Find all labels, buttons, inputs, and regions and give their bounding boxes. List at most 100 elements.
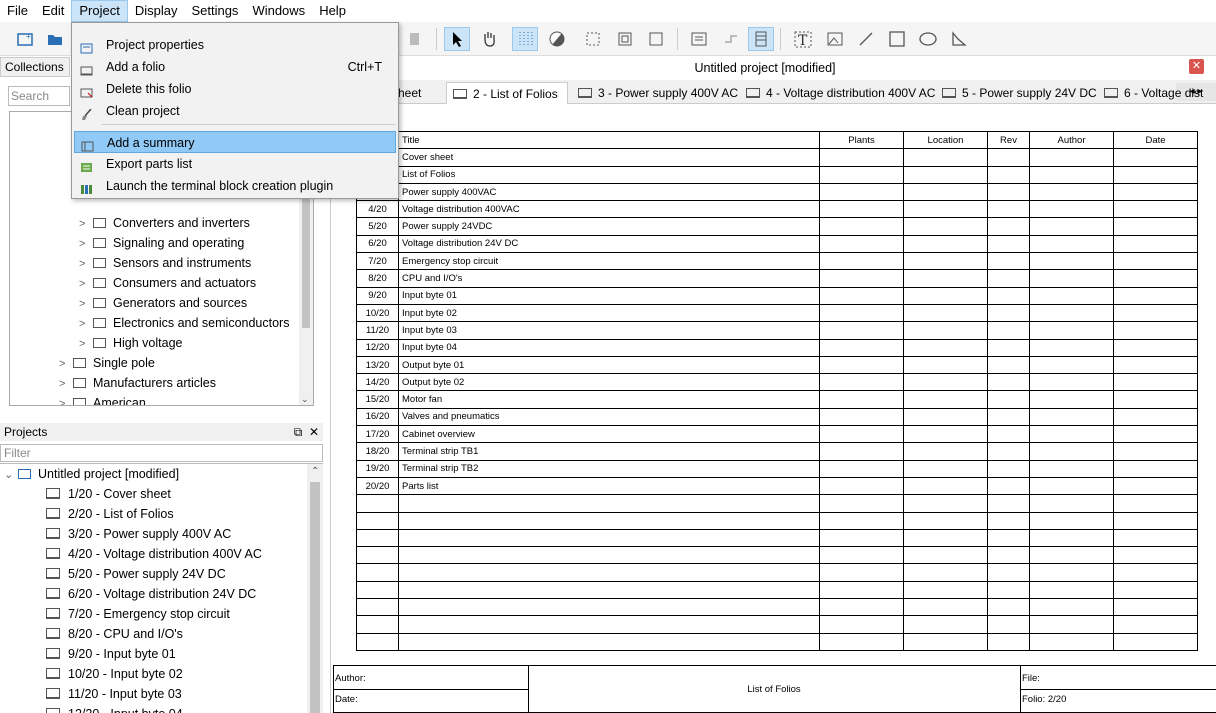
add-rectangle-icon[interactable] (884, 27, 910, 51)
menu-item-export-parts-list[interactable]: Export parts list (74, 153, 396, 175)
empty-cell (398, 598, 820, 617)
add-line-icon[interactable] (853, 27, 879, 51)
project-folio-item[interactable]: 10/20 - Input byte 02 (46, 664, 183, 684)
tab-folio[interactable]: 4 - Voltage distribution 400V AC (740, 82, 935, 104)
project-folio-item[interactable]: 6/20 - Voltage distribution 24V DC (46, 584, 256, 604)
menu-file[interactable]: File (0, 0, 35, 22)
add-text-icon[interactable]: T (790, 27, 816, 51)
collection-node[interactable]: > Signaling and operating (79, 233, 244, 253)
empty-cell (1029, 615, 1114, 634)
chevron-down-icon[interactable]: ⌄ (4, 465, 18, 485)
terminal-strip-icon[interactable] (748, 27, 774, 51)
zoom-content-icon[interactable] (612, 27, 638, 51)
hand-tool-icon[interactable] (476, 27, 502, 51)
tab-folio[interactable]: 3 - Power supply 400V AC (572, 82, 738, 104)
projects-filter-input[interactable]: Filter (0, 444, 323, 462)
menu-help[interactable]: Help (312, 0, 353, 22)
collections-search-input[interactable]: Search (8, 86, 70, 106)
chevron-right-icon[interactable]: > (59, 374, 73, 394)
menu-display[interactable]: Display (128, 0, 185, 22)
paste-icon[interactable] (402, 27, 428, 51)
empty-cell (819, 165, 904, 184)
collection-node[interactable]: > Single pole (59, 353, 155, 373)
float-panel-icon[interactable]: ⧉ (294, 425, 303, 439)
project-folio-item[interactable]: 8/20 - CPU and I/O's (46, 624, 183, 644)
chevron-right-icon[interactable]: > (79, 234, 93, 254)
project-folio-item[interactable]: 5/20 - Power supply 24V DC (46, 564, 226, 584)
collection-node[interactable]: > Manufacturers articles (59, 373, 216, 393)
menu-project[interactable]: Project (71, 0, 128, 22)
menu-item-clean-project[interactable]: Clean project (74, 100, 396, 122)
collection-node[interactable]: > Generators and sources (79, 293, 247, 313)
menu-item-launch-the-terminal-block-creation-plugin[interactable]: Launch the terminal block creation plugi… (74, 175, 396, 197)
menu-item-project-properties[interactable]: Project properties (74, 34, 396, 56)
open-project-icon[interactable] (42, 27, 68, 51)
project-folio-item[interactable]: 4/20 - Voltage distribution 400V AC (46, 544, 262, 564)
empty-cell (903, 476, 988, 496)
tab-folio[interactable]: 5 - Power supply 24V DC (936, 82, 1097, 104)
project-folio-item[interactable]: 7/20 - Emergency stop circuit (46, 604, 230, 624)
empty-cell (903, 338, 988, 357)
collection-node[interactable]: > Converters and inverters (79, 213, 250, 233)
svg-text:+: + (26, 32, 31, 41)
chevron-right-icon[interactable]: > (59, 354, 73, 374)
menu-item-delete-this-folio[interactable]: Delete this folio (74, 78, 396, 100)
new-project-icon[interactable]: + (12, 27, 38, 51)
chevron-right-icon[interactable]: > (59, 394, 73, 405)
close-panel-icon[interactable]: ✕ (309, 425, 319, 439)
project-folio-item[interactable]: 1/20 - Cover sheet (46, 484, 171, 504)
project-name: Untitled project [modified] (38, 467, 180, 481)
project-folio-item[interactable]: 9/20 - Input byte 01 (46, 644, 176, 664)
menu-windows[interactable]: Windows (245, 0, 312, 22)
collections-tab[interactable]: Collections (0, 57, 70, 77)
folio-title-cell: Cover sheet (398, 148, 820, 167)
empty-cell (1113, 286, 1198, 305)
chevron-right-icon[interactable]: > (79, 314, 93, 334)
select-tool-icon[interactable] (444, 27, 470, 51)
collection-node[interactable]: > High voltage (79, 333, 183, 353)
menu-settings[interactable]: Settings (184, 0, 245, 22)
close-project-icon[interactable]: ✕ (1189, 59, 1204, 74)
project-folio-item[interactable]: 3/20 - Power supply 400V AC (46, 524, 231, 544)
chevron-right-icon[interactable]: > (79, 214, 93, 234)
menu-edit[interactable]: Edit (35, 0, 71, 22)
folio-icon (46, 708, 60, 713)
collection-node[interactable]: > Electronics and semiconductors (79, 313, 289, 333)
zoom-fit-icon[interactable] (580, 27, 606, 51)
tab-folio[interactable]: 2 - List of Folios (446, 82, 568, 104)
menu-item-add-a-summary[interactable]: Add a summary (74, 131, 396, 153)
empty-cell (987, 407, 1030, 427)
tab-folio[interactable]: 6 - Voltage dist (1098, 82, 1203, 104)
empty-cell (987, 563, 1030, 582)
add-image-icon[interactable] (822, 27, 848, 51)
project-root[interactable]: ⌄ Untitled project [modified] (4, 464, 179, 484)
empty-cell (356, 632, 399, 651)
menu-item-add-a-folio[interactable]: Add a folio Ctrl+T (74, 56, 396, 78)
chevron-right-icon[interactable]: > (79, 274, 93, 294)
collection-node[interactable]: > Consumers and actuators (79, 273, 256, 293)
collection-node-label: Electronics and semiconductors (113, 316, 290, 330)
add-ellipse-icon[interactable] (915, 27, 941, 51)
collection-node[interactable]: > Sensors and instruments (79, 253, 251, 273)
empty-cell (987, 200, 1030, 219)
folio-icon (46, 528, 60, 539)
folio-properties-icon[interactable] (686, 27, 712, 51)
title-block-author: Author: (335, 673, 366, 684)
project-folio-item[interactable]: 11/20 - Input byte 03 (46, 684, 182, 704)
project-folio-item[interactable]: 12/20 - Input byte 04 (46, 704, 183, 713)
folio-number-cell: 8/20 (356, 269, 399, 288)
empty-cell (1029, 269, 1114, 288)
zoom-reset-icon[interactable] (643, 27, 669, 51)
empty-cell (819, 286, 904, 305)
chevron-right-icon[interactable]: > (79, 294, 93, 314)
conductor-icon[interactable] (718, 27, 744, 51)
grid-icon[interactable] (512, 27, 538, 51)
chevron-right-icon[interactable]: > (79, 254, 93, 274)
folio-canvas[interactable]: Title Plants Location Rev Author Date Cover sh… (330, 104, 1216, 713)
add-polygon-icon[interactable] (946, 27, 972, 51)
project-folio-item[interactable]: 2/20 - List of Folios (46, 504, 174, 524)
chevron-right-icon[interactable]: > (79, 334, 93, 354)
collection-node[interactable]: > American (59, 393, 146, 405)
projects-scrollbar[interactable]: ⌃ (307, 464, 323, 713)
contrast-icon[interactable] (544, 27, 570, 51)
